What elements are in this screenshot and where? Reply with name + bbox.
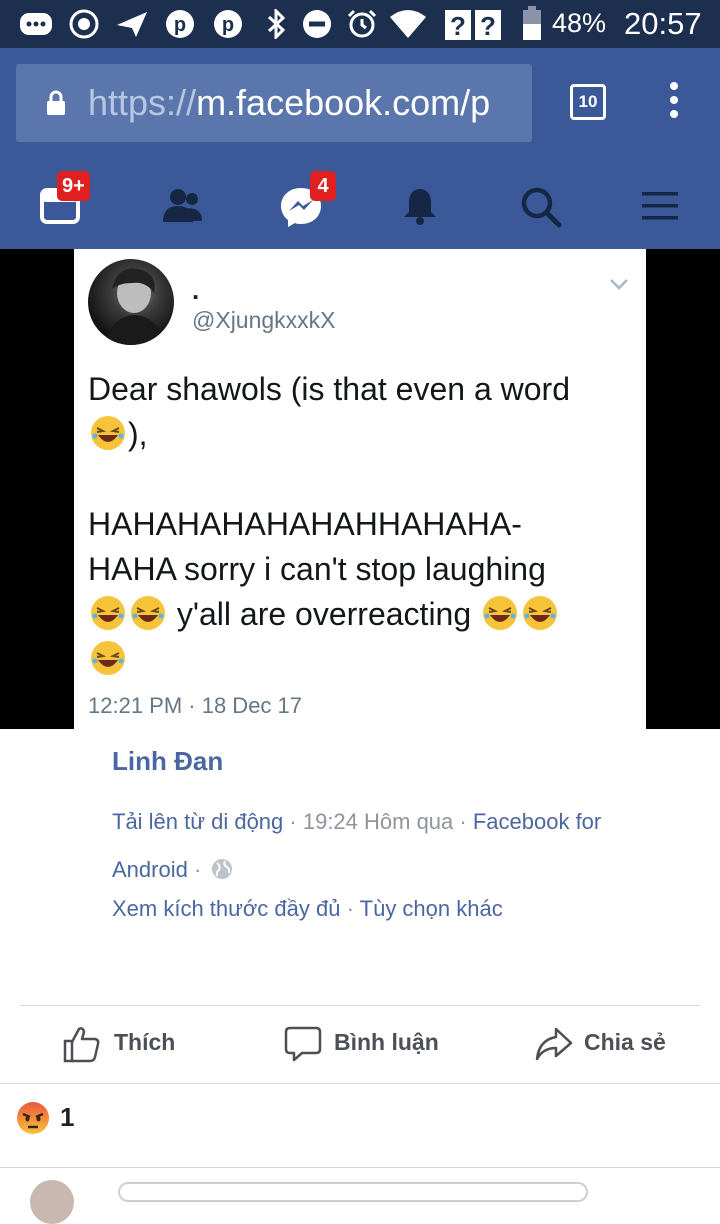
tweet-timestamp: 12:21 PM · 18 Dec 17 xyxy=(88,693,303,718)
meta-separator: · xyxy=(453,809,473,834)
nav-friend-requests[interactable] xyxy=(120,158,240,249)
search-icon xyxy=(521,187,562,228)
tweet-line xyxy=(88,637,628,682)
tweet-avatar xyxy=(88,259,174,345)
divider xyxy=(20,1005,700,1006)
url-text[interactable]: https://m.facebook.com/p xyxy=(88,82,490,124)
comment-input[interactable] xyxy=(118,1182,588,1202)
nav-search[interactable] xyxy=(480,158,600,249)
facebook-nav-bar: 9+ 4 xyxy=(0,158,720,249)
share-label: Chia sẻ xyxy=(584,1029,666,1055)
url-scheme: https:// xyxy=(88,82,197,123)
battery-icon xyxy=(523,6,541,40)
tweet-line-text: y'all are overreacting xyxy=(176,596,472,632)
like-label: Thích xyxy=(114,1029,176,1055)
nav-menu[interactable] xyxy=(600,158,720,249)
tweet-text: Dear shawols (is that even a word ), HAH… xyxy=(88,367,628,682)
news-feed-badge: 9+ xyxy=(57,171,90,201)
like-button[interactable]: Thích xyxy=(62,1024,192,1064)
nav-messenger[interactable]: 4 xyxy=(240,158,360,249)
lock-icon xyxy=(47,90,65,115)
tweet-line: HAHAHAHAHAHAHHAHAHA- xyxy=(88,506,522,542)
post-links: Xem kích thước đầy đủ · Tùy chọn khác xyxy=(112,896,503,922)
meta-separator: · xyxy=(340,896,360,921)
angry-reaction-icon[interactable] xyxy=(16,1101,50,1135)
share-icon xyxy=(535,1027,573,1061)
view-full-size-link[interactable]: Xem kích thước đầy đủ xyxy=(112,896,340,921)
tweet-line-tail: ), xyxy=(128,416,148,452)
nav-news-feed[interactable]: 9+ xyxy=(0,158,120,249)
do-not-disturb-icon xyxy=(303,10,331,38)
comment-label: Bình luận xyxy=(334,1029,439,1055)
more-options-link[interactable]: Tùy chọn khác xyxy=(360,896,503,921)
address-bar[interactable]: https://m.facebook.com/p xyxy=(16,64,532,142)
upload-source-link[interactable]: Tải lên từ di động xyxy=(112,809,283,834)
browser-toolbar: https://m.facebook.com/p 10 xyxy=(0,48,720,206)
svg-text:p: p xyxy=(222,14,234,36)
divider xyxy=(0,1083,720,1084)
chevron-down-icon xyxy=(610,279,628,290)
comment-icon xyxy=(284,1026,322,1062)
friend-requests-icon xyxy=(163,189,202,222)
tweet-display-name: . xyxy=(192,275,200,305)
laughing-emoji-icon xyxy=(91,416,125,450)
svg-text:?: ? xyxy=(480,11,496,41)
pinterest-icon: p xyxy=(214,10,242,38)
thumbs-up-icon xyxy=(63,1027,100,1063)
globe-icon xyxy=(212,859,233,879)
browser-menu-icon[interactable] xyxy=(664,82,684,124)
comment-button[interactable]: Bình luận xyxy=(284,1024,454,1064)
laughing-emoji-icon xyxy=(483,596,518,630)
status-bar: p p ? ? 48% 20:57 xyxy=(0,0,720,48)
reaction-count[interactable]: 1 xyxy=(60,1102,74,1133)
menu-icon xyxy=(642,192,678,220)
laughing-emoji-icon xyxy=(91,641,125,675)
avatar xyxy=(30,1180,74,1224)
tab-switcher-button[interactable]: 10 xyxy=(570,84,606,120)
post-time: 19:24 Hôm qua xyxy=(302,809,454,834)
post-meta: Tải lên từ di động · 19:24 Hôm qua · Fac… xyxy=(112,798,672,894)
signal-unknown-icon: ? xyxy=(445,10,471,41)
battery-percent: 48% xyxy=(552,8,607,38)
tweet-handle: @XjungkxxkX xyxy=(192,307,336,333)
messages-icon xyxy=(20,13,52,35)
signal-unknown-icon: ? xyxy=(475,10,501,41)
messenger-badge: 4 xyxy=(310,171,336,201)
bluetooth-icon xyxy=(267,9,286,39)
post-photo[interactable]: . @XjungkxxkX Dear shawols (is that even… xyxy=(0,249,720,729)
tweet-line: Dear shawols (is that even a word xyxy=(88,371,570,407)
nav-notifications[interactable] xyxy=(360,158,480,249)
divider xyxy=(0,1167,720,1168)
alarm-icon xyxy=(347,9,377,38)
poster-name-link[interactable]: Linh Đan xyxy=(112,746,223,777)
notifications-icon xyxy=(404,189,436,225)
record-icon xyxy=(69,9,99,39)
url-host: m.facebook.com/p xyxy=(196,82,491,123)
tweet-screenshot: . @XjungkxxkX Dear shawols (is that even… xyxy=(74,249,646,729)
svg-text:p: p xyxy=(174,14,186,36)
wifi-icon xyxy=(390,10,426,38)
tweet-line: y'all are overreacting xyxy=(88,592,628,637)
meta-separator: · xyxy=(187,857,208,882)
laughing-emoji-icon xyxy=(131,596,165,630)
tweet-line: ), xyxy=(88,412,628,457)
tweet-line: HAHA sorry i can't stop laughing xyxy=(88,551,546,587)
share-button[interactable]: Chia sẻ xyxy=(534,1024,684,1064)
laughing-emoji-icon xyxy=(91,596,125,630)
meta-separator: · xyxy=(283,809,303,834)
clock: 20:57 xyxy=(624,6,702,41)
pinterest-icon: p xyxy=(166,10,194,38)
svg-text:?: ? xyxy=(450,11,466,41)
send-icon xyxy=(117,12,147,37)
laughing-emoji-icon xyxy=(523,596,558,630)
